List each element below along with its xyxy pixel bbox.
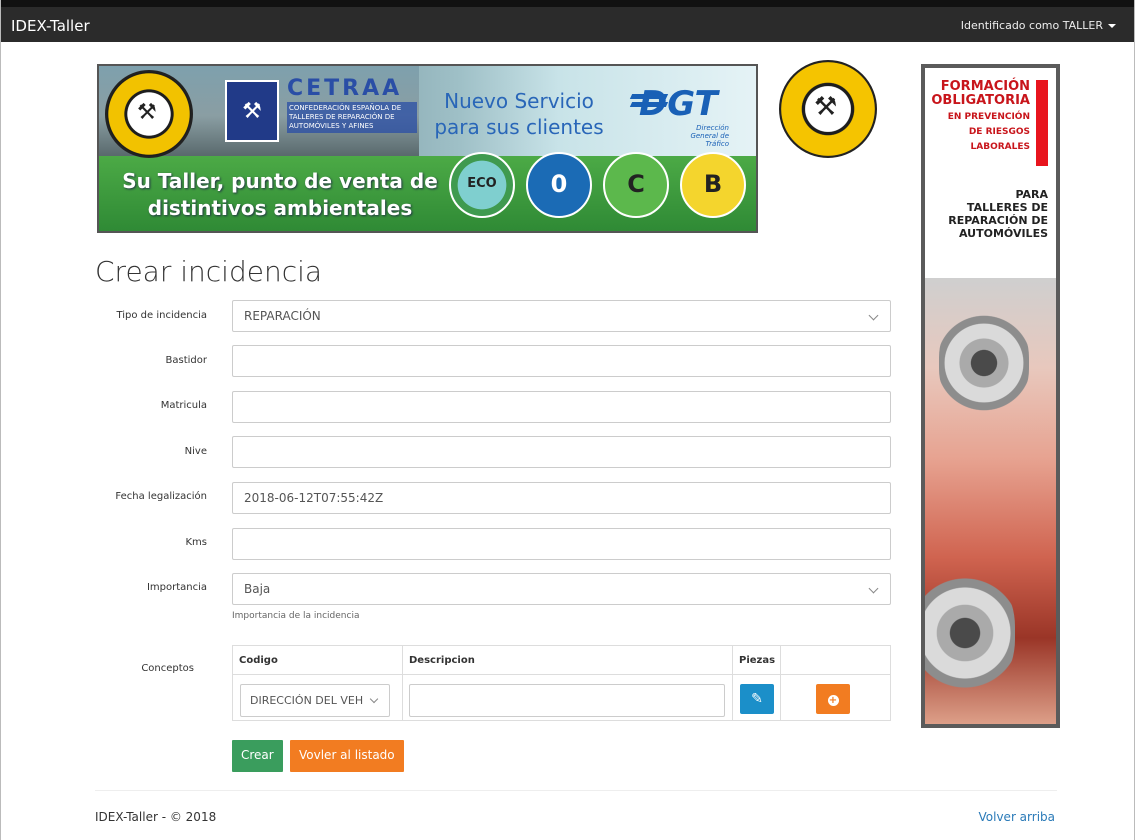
importancia-select[interactable]: Baja: [232, 573, 891, 605]
back-to-top-link[interactable]: Volver arriba: [979, 810, 1056, 824]
matricula-label: Matricula: [160, 400, 207, 411]
dgt-subtitle: Dirección General de Tráfico: [690, 124, 729, 148]
codigo-value: DIRECCIÓN DEL VEH: [250, 694, 364, 707]
actions-header: [781, 646, 890, 675]
ad-red-bar: [1036, 80, 1048, 166]
importancia-label: Importancia: [146, 582, 207, 593]
taller-association-seal-logo: ⚒: [105, 70, 193, 158]
nive-label: Nive: [184, 446, 207, 457]
distintivos-ambientales-banner[interactable]: ⚒ ⚒ CETRAA CONFEDERACIÓN ESPAÑOLA DE TAL…: [97, 64, 758, 233]
descripcion-input[interactable]: [409, 684, 725, 717]
ad-sub-line-3: LABORALES: [970, 142, 1030, 152]
dgt-logo-text: DGT: [639, 84, 718, 124]
ad-target-line-4: AUTOMÓVILES: [958, 227, 1048, 240]
nuevo-line-2: para sus clientes: [434, 115, 604, 139]
ad-title: FORMACIÓN OBLIGATORIA: [931, 80, 1030, 108]
ad-nut-photo: [925, 278, 1056, 724]
add-concepto-button[interactable]: +: [816, 684, 850, 714]
ad-sub-line-2: DE RIESGOS: [968, 127, 1030, 137]
fecha-legalizacion-label: Fecha legalización: [115, 491, 207, 502]
volver-listado-button[interactable]: Vovler al listado: [290, 740, 404, 772]
conceptos-label: Conceptos: [141, 663, 194, 674]
chevron-down-icon: [868, 583, 879, 594]
plus-circle-icon: +: [827, 695, 839, 706]
eco-badge-icon: ECO: [449, 152, 515, 218]
tipo-incidencia-label: Tipo de incidencia: [116, 310, 207, 321]
conceptos-table: Codigo Descripcion Piezas DIRECCIÓN DEL …: [232, 645, 891, 721]
page-title: Crear incidencia: [95, 255, 323, 288]
codigo-select[interactable]: DIRECCIÓN DEL VEH: [240, 684, 390, 717]
c-badge-icon: C: [603, 152, 669, 218]
ad-target-line-3: REPARACIÓN DE: [948, 214, 1048, 227]
brand-link[interactable]: IDEX-Taller: [11, 17, 90, 35]
ad-target-line-1: PARA: [1015, 188, 1048, 201]
ad-sub-line-1: EN PREVENCIÓN: [947, 112, 1030, 122]
cetraa-subtitle: CONFEDERACIÓN ESPAÑOLA DE TALLERES DE RE…: [287, 102, 417, 133]
nive-input[interactable]: [232, 436, 891, 468]
edit-piezas-button[interactable]: ✎: [740, 684, 774, 714]
ad-title-line-2: OBLIGATORIA: [931, 93, 1030, 108]
chevron-down-icon: [369, 694, 379, 704]
nut-icon: [939, 308, 1029, 418]
descripcion-header: Descripcion: [403, 646, 733, 675]
bastidor-input[interactable]: [232, 345, 891, 377]
user-menu-label: Identificado como TALLER: [960, 19, 1103, 32]
b-badge-icon: B: [680, 152, 746, 218]
slogan-line-1: Su Taller, punto de venta de: [122, 169, 438, 193]
importancia-value: Baja: [244, 582, 271, 596]
chevron-down-icon: [868, 310, 879, 321]
banner-nuevo-servicio: Nuevo Servicio para sus clientes: [429, 88, 609, 140]
slogan-line-2: distintivos ambientales: [147, 196, 413, 220]
footer-divider: [95, 790, 1057, 791]
barcelona-talleres-seal-logo: ⚒: [779, 60, 877, 158]
add-cell: +: [781, 675, 890, 721]
matricula-input[interactable]: [232, 391, 891, 423]
nut-icon: [925, 568, 1015, 698]
kms-label: Kms: [185, 537, 207, 548]
cetraa-title: CETRAA: [287, 76, 403, 101]
importancia-help-text: Importancia de la incidencia: [232, 611, 360, 621]
codigo-header: Codigo: [233, 646, 403, 675]
footer-copyright: IDEX-Taller - © 2018: [95, 810, 217, 824]
tipo-incidencia-value: REPARACIÓN: [244, 309, 321, 323]
table-row: DIRECCIÓN DEL VEH: [233, 675, 403, 721]
descripcion-cell: [403, 675, 733, 721]
zero-badge-icon: 0: [526, 152, 592, 218]
banner-slogan: Su Taller, punto de venta de distintivos…: [115, 168, 445, 222]
cetraa-logo: ⚒: [225, 80, 279, 142]
ad-title-line-1: FORMACIÓN: [940, 79, 1030, 94]
top-navbar: IDEX-Taller Identificado como TALLER: [1, 0, 1134, 42]
kms-input[interactable]: [232, 528, 891, 560]
ad-subtitle: EN PREVENCIÓN DE RIESGOS LABORALES: [948, 110, 1030, 155]
caret-down-icon: [1108, 24, 1116, 28]
user-menu-toggle[interactable]: Identificado como TALLER: [961, 19, 1116, 32]
fecha-legalizacion-input[interactable]: 2018-06-12T07:55:42Z: [232, 482, 891, 514]
ad-target: PARA TALLERES DE REPARACIÓN DE AUTOMÓVIL…: [948, 188, 1048, 240]
piezas-header: Piezas: [733, 646, 781, 675]
piezas-cell: ✎: [733, 675, 781, 721]
formacion-obligatoria-ad[interactable]: FORMACIÓN OBLIGATORIA EN PREVENCIÓN DE R…: [921, 64, 1060, 728]
nuevo-line-1: Nuevo Servicio: [444, 89, 594, 113]
crear-button[interactable]: Crear: [232, 740, 283, 772]
tipo-incidencia-select[interactable]: REPARACIÓN: [232, 300, 891, 332]
ad-target-line-2: TALLERES DE: [966, 201, 1048, 214]
edit-icon: ✎: [751, 691, 763, 707]
bastidor-label: Bastidor: [165, 355, 207, 366]
